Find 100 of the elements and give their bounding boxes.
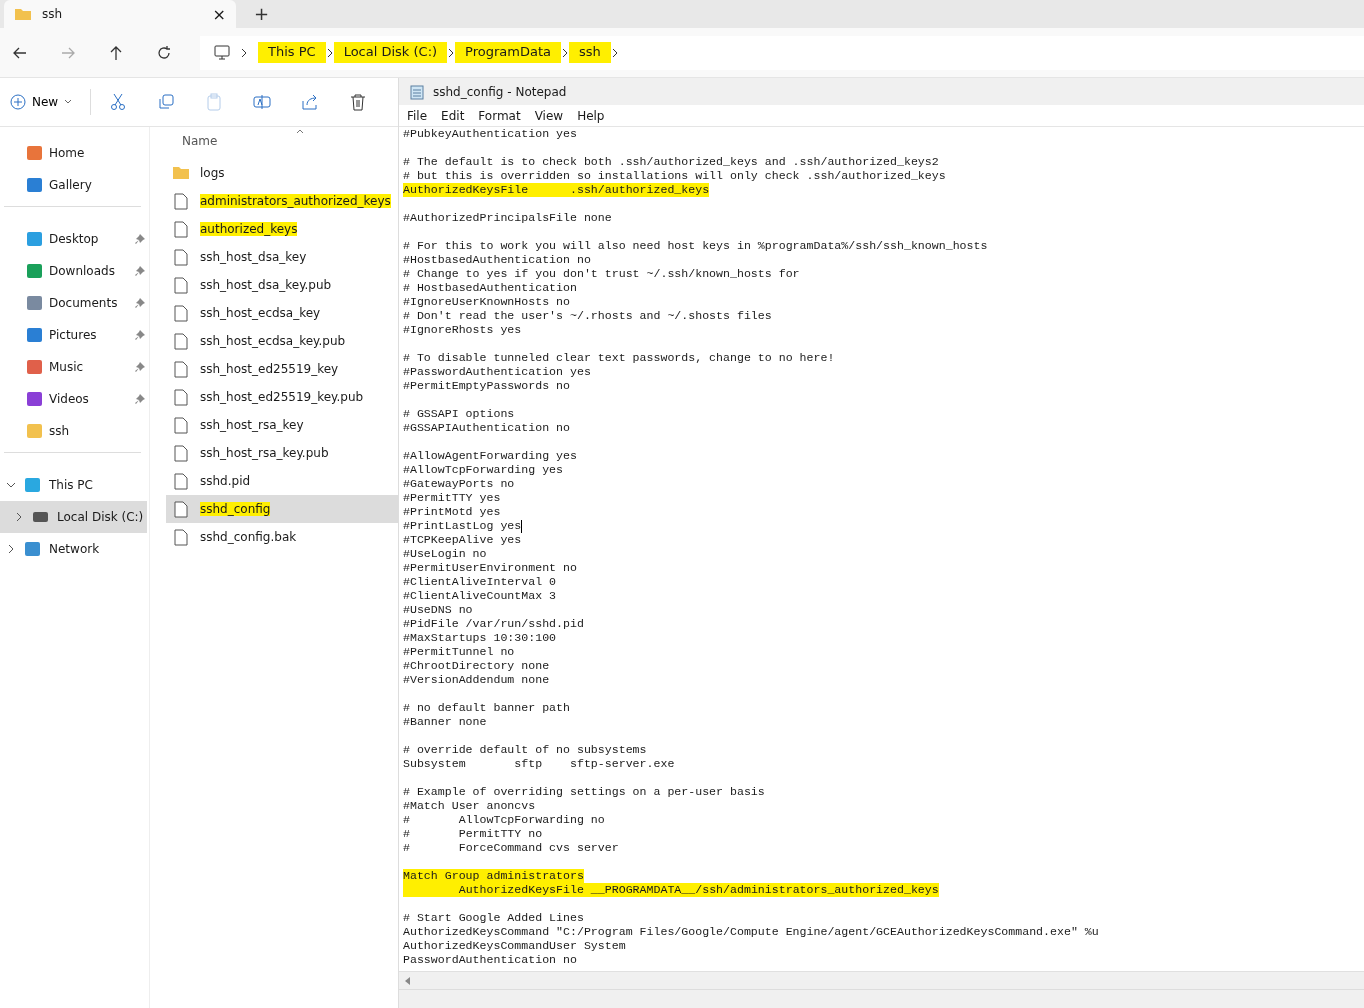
menu-item[interactable]: Edit [441, 108, 465, 123]
copy-icon[interactable] [157, 93, 176, 111]
file-icon [172, 444, 190, 462]
file-row[interactable]: ssh_host_ecdsa_key [166, 299, 398, 327]
file-icon [172, 276, 190, 294]
file-icon [172, 360, 190, 378]
new-tab-button[interactable]: + [254, 3, 270, 24]
horizontal-scrollbar[interactable] [399, 971, 1364, 989]
file-row[interactable]: ssh_host_ed25519_key.pub [166, 383, 398, 411]
sidebar-item[interactable]: ssh [0, 415, 149, 447]
code-line: #GSSAPIAuthentication no [403, 421, 570, 435]
code-line: #PrintMotd yes [403, 505, 501, 519]
code-line: #ClientAliveInterval 0 [403, 575, 557, 589]
code-line: # but this is overridden so installations will only check .ssh/authorized_keys [403, 169, 946, 183]
tree-item[interactable]: Network [0, 533, 149, 565]
code-line: #PermitEmptyPasswords no [403, 379, 570, 393]
new-button[interactable]: New [10, 90, 73, 114]
file-row[interactable]: logs [166, 159, 398, 187]
breadcrumb-item[interactable]: Local Disk (C:) [333, 42, 448, 63]
sidebar-item[interactable]: Music [0, 351, 149, 383]
folder-tab[interactable]: ssh × [4, 0, 236, 28]
file-icon [172, 220, 190, 238]
chevron-icon [447, 47, 456, 58]
code-line: #UseLogin no [403, 547, 487, 561]
breadcrumb-item[interactable]: This PC [258, 42, 326, 63]
code-line: # For this to work you will also need host keys in %programData%/ssh/ssh_known_hosts [403, 239, 988, 253]
code-line: PasswordAuthentication no [403, 953, 577, 967]
menu-item[interactable]: Format [478, 108, 521, 123]
plus-icon [10, 94, 26, 110]
close-button[interactable]: × [212, 4, 226, 24]
file-row[interactable]: sshd.pid [166, 467, 398, 495]
chevron-icon[interactable] [6, 544, 16, 554]
sidebar-item[interactable]: Documents [0, 287, 149, 319]
code-line: # Start Google Added Lines [403, 911, 584, 925]
sidebar-item[interactable]: Desktop [0, 223, 149, 255]
code-line: # AllowTcpForwarding no [403, 813, 605, 827]
tab-title: ssh [42, 7, 64, 21]
code-line: # ForceCommand cvs server [403, 841, 619, 855]
code-line: Subsystem sftp sftp-server.exe [403, 757, 675, 771]
chevron-icon[interactable] [6, 480, 16, 490]
trash-icon[interactable] [349, 93, 368, 111]
folder-icon [27, 424, 42, 438]
breadcrumb-item[interactable]: ssh [569, 42, 611, 63]
sidebar-item[interactable]: Home [0, 137, 149, 169]
scissors-icon[interactable] [109, 93, 128, 111]
file-row[interactable]: ssh_host_ecdsa_key.pub [166, 327, 398, 355]
tree-item[interactable]: This PC [0, 469, 149, 501]
file-row[interactable]: ssh_host_rsa_key [166, 411, 398, 439]
refresh-icon[interactable] [156, 44, 172, 61]
code-line: # override default of no subsystems [403, 743, 647, 757]
notepad-icon [409, 83, 425, 100]
code-line: #AllowTcpForwarding yes [403, 463, 564, 477]
rename-icon[interactable] [253, 93, 272, 111]
code-line: #Banner none [403, 715, 487, 729]
file-icon [172, 388, 190, 406]
address-bar[interactable]: This PC Local Disk (C:) ProgramData ssh [200, 35, 1364, 70]
code-line: # Change to yes if you don't trust ~/.ssh/known_hosts for [403, 267, 800, 281]
breadcrumb-item[interactable]: ProgramData [455, 42, 561, 63]
chevron-icon [561, 47, 569, 58]
file-row[interactable]: sshd_config [166, 495, 398, 523]
column-header[interactable]: Name [182, 134, 218, 148]
menu-item[interactable]: Help [577, 108, 605, 123]
sidebar-item[interactable]: Videos [0, 383, 149, 415]
sidebar-item[interactable]: Pictures [0, 319, 149, 351]
code-line: #PidFile /var/run/sshd.pid [403, 617, 584, 631]
file-row[interactable]: sshd_config.bak [166, 523, 398, 551]
code-line: # The default is to check both .ssh/authorized_keys and .ssh/authorized_keys2 [403, 155, 939, 169]
code-line: #IgnoreRhosts yes [403, 323, 522, 337]
file-row[interactable]: administrators_authorized_keys [166, 187, 398, 215]
share-icon[interactable] [301, 93, 320, 111]
file-row[interactable]: ssh_host_ed25519_key [166, 355, 398, 383]
code-line: # PermitTTY no [403, 827, 543, 841]
file-icon [172, 472, 190, 490]
code-line: # Example of overriding settings on a per-user basis [403, 785, 765, 799]
code-line: #VersionAddendum none [403, 673, 550, 687]
scroll-left-icon[interactable] [404, 975, 412, 986]
file-row[interactable]: authorized_keys [166, 215, 398, 243]
menu-item[interactable]: File [407, 108, 428, 123]
file-row[interactable]: ssh_host_dsa_key.pub [166, 271, 398, 299]
file-row[interactable]: ssh_host_dsa_key [166, 243, 398, 271]
code-line: # Don't read the user's ~/.rhosts and ~/.shosts files [403, 309, 772, 323]
code-line: #TCPKeepAlive yes [403, 533, 522, 547]
code-line: # To disable tunneled clear text passwords, change to no here! [403, 351, 835, 365]
chevron-icon [610, 47, 619, 58]
caret-icon [64, 99, 73, 105]
code-line: #PrintLastLog yes [403, 519, 522, 533]
sort-icon [296, 129, 304, 134]
file-row[interactable]: ssh_host_rsa_key.pub [166, 439, 398, 467]
folder-icon [172, 166, 190, 180]
menu-item[interactable]: View [534, 108, 564, 123]
chevron-icon[interactable] [14, 512, 24, 522]
code-line: # no default banner path [403, 701, 570, 715]
code-line: AuthorizedKeysCommand "C:/Program Files/Google/Compute Engine/agent/GCEAuthorizedKeysCommand.exe" %u [403, 925, 1099, 939]
file-icon [172, 304, 190, 322]
tree-item[interactable]: Local Disk (C:) [0, 501, 147, 533]
code-line: #ClientAliveCountMax 3 [403, 589, 557, 603]
sidebar-item[interactable]: Gallery [0, 169, 149, 201]
sidebar-item[interactable]: Downloads [0, 255, 149, 287]
code-line: #PermitUserEnvironment no [403, 561, 577, 575]
up-icon[interactable] [108, 44, 124, 61]
